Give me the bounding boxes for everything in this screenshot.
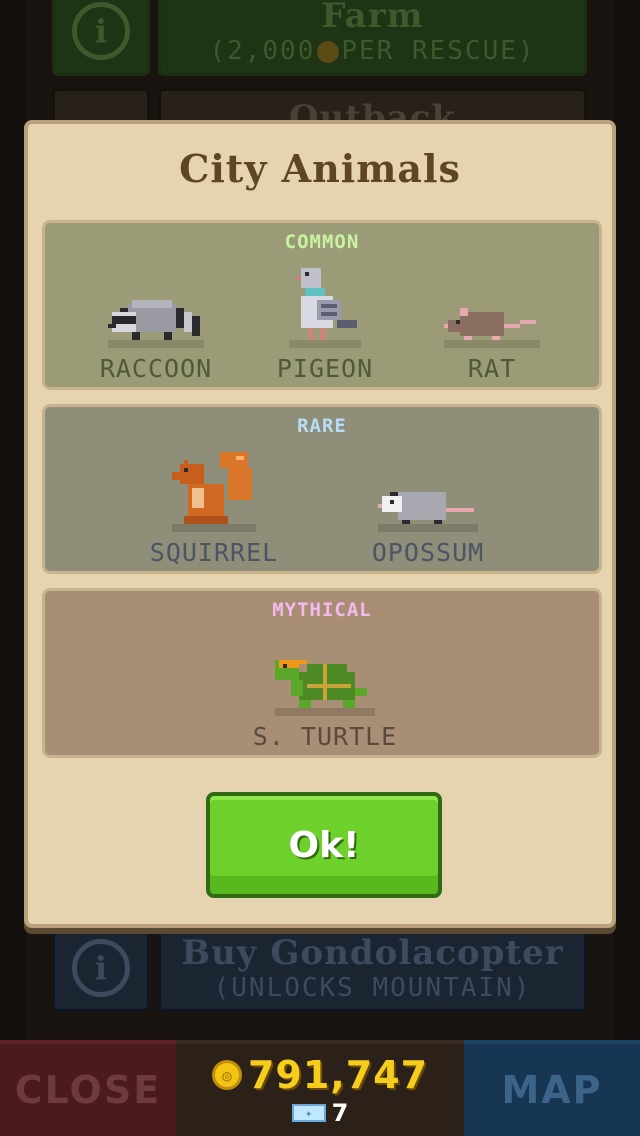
animal-name-rat: RAT xyxy=(467,354,517,383)
turtle-icon xyxy=(275,660,375,716)
map-button[interactable]: MAP xyxy=(464,1040,640,1136)
farm-subtitle-prefix: (2,000 xyxy=(209,36,316,66)
wallet: ◎ 791,747 ✦ 7 xyxy=(176,1040,464,1136)
farm-subtitle: (2,000 PER RESCUE) xyxy=(209,36,535,66)
gem-balance: ✦ 7 xyxy=(291,1099,349,1127)
farm-subtitle-suffix: PER RESCUE) xyxy=(341,36,536,66)
tier-label-common: COMMON xyxy=(284,231,360,253)
info-icon: i xyxy=(72,939,130,997)
tier-label-mythical: MYTHICAL xyxy=(272,599,372,621)
right-rail xyxy=(614,0,640,1044)
animal-name-pigeon: PIGEON xyxy=(276,354,374,383)
ok-button[interactable]: Ok! xyxy=(206,792,442,898)
buy-gondolacopter-button: Buy Gondolacopter (UNLOCKS MOUNTAIN) xyxy=(158,924,587,1012)
tier-mythical: MYTHICAL S. TURTLE xyxy=(42,588,602,758)
animal-rat: RAT xyxy=(407,263,577,383)
city-animals-dialog: City Animals COMMON RACCOON PIGEON RAT R… xyxy=(24,120,616,928)
coin-icon xyxy=(317,40,340,63)
ticket-icon: ✦ xyxy=(291,1104,326,1122)
bottom-bar: CLOSE ◎ 791,747 ✦ 7 MAP xyxy=(0,1040,640,1136)
animal-name-s-turtle: S. TURTLE xyxy=(252,722,398,751)
pigeon-icon xyxy=(289,268,361,348)
farm-info-button: i xyxy=(52,0,150,76)
animal-raccoon: RACCOON xyxy=(71,263,241,383)
rat-icon xyxy=(444,308,540,348)
tier-common: COMMON RACCOON PIGEON RAT xyxy=(42,220,602,390)
farm-title: Farm xyxy=(321,0,424,36)
tier-label-rare: RARE xyxy=(297,415,347,437)
gondolacopter-subtitle: (UNLOCKS MOUNTAIN) xyxy=(213,973,532,1003)
left-rail xyxy=(0,0,26,1044)
squirrel-icon xyxy=(172,452,256,532)
coin-icon: ◎ xyxy=(211,1060,242,1090)
animal-squirrel: SQUIRREL xyxy=(129,447,299,567)
gondolacopter-title: Buy Gondolacopter xyxy=(181,933,564,973)
animal-name-opossum: OPOSSUM xyxy=(371,538,485,567)
animal-opossum: OPOSSUM xyxy=(343,447,513,567)
animal-name-raccoon: RACCOON xyxy=(99,354,213,383)
coin-count: 791,747 xyxy=(247,1053,429,1097)
gondolacopter-info-button: i xyxy=(52,924,150,1012)
farm-habitat-button: Farm (2,000 PER RESCUE) xyxy=(158,0,587,76)
habitat-row-gondolacopter: i Buy Gondolacopter (UNLOCKS MOUNTAIN) xyxy=(52,924,587,1012)
habitat-row-farm: i Farm (2,000 PER RESCUE) xyxy=(52,0,587,76)
dialog-title: City Animals xyxy=(179,146,461,191)
animal-name-squirrel: SQUIRREL xyxy=(149,538,279,567)
close-button[interactable]: CLOSE xyxy=(0,1040,176,1136)
opossum-icon xyxy=(378,492,478,532)
coin-balance: ◎ 791,747 xyxy=(211,1053,429,1097)
info-icon: i xyxy=(72,2,130,60)
animal-pigeon: PIGEON xyxy=(240,263,410,383)
raccoon-icon xyxy=(108,300,204,348)
tier-rare: RARE SQUIRREL OPOSSUM xyxy=(42,404,602,574)
gem-count: 7 xyxy=(331,1099,349,1127)
animal-s-turtle: S. TURTLE xyxy=(240,631,410,751)
